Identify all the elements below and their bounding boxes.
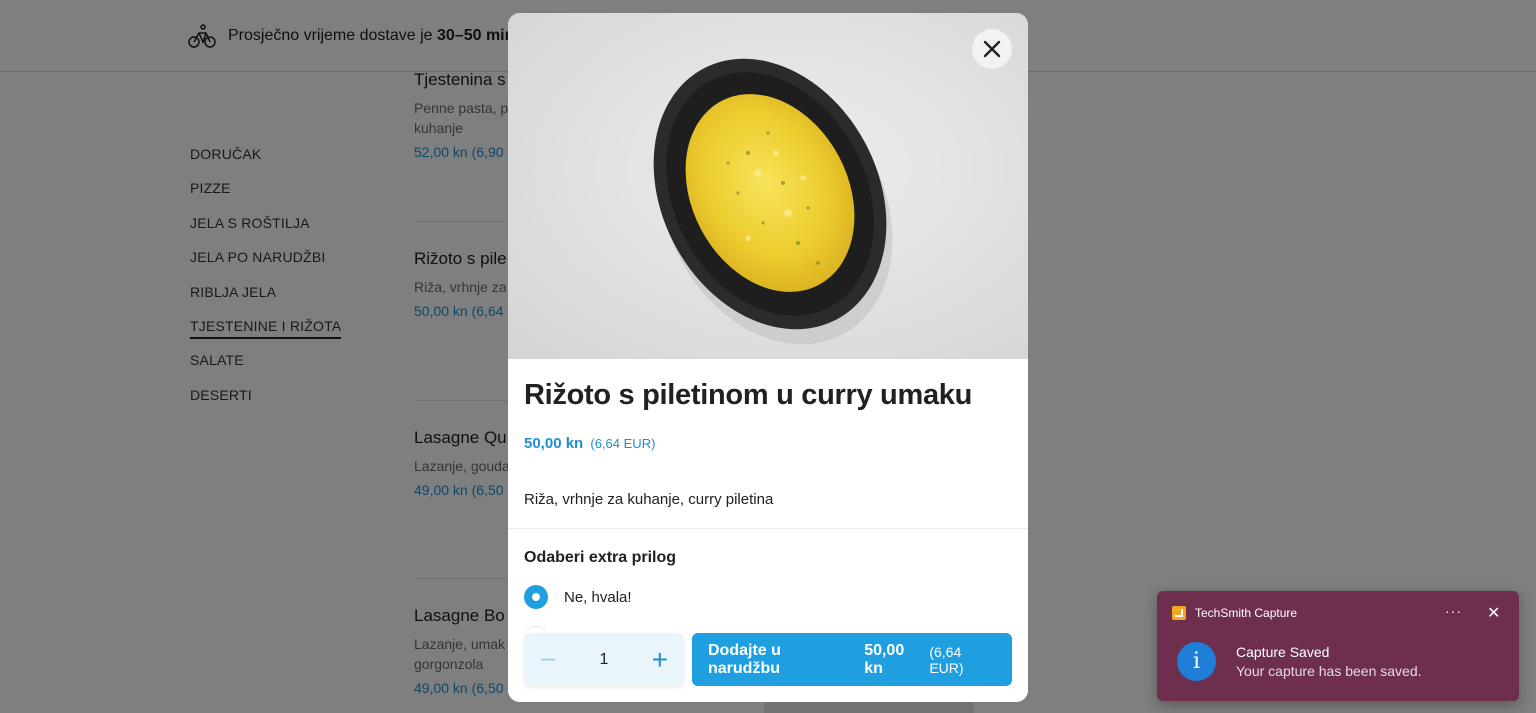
techsmith-capture-icon	[1172, 606, 1186, 620]
add-to-order-price-kn: 50,00 kn	[864, 641, 905, 677]
more-options-button[interactable]: ···	[1445, 603, 1462, 619]
toast-title: Capture Saved	[1236, 644, 1330, 660]
decrease-quantity-button[interactable]: −	[540, 645, 556, 674]
extra-side-heading: Odaberi extra prilog	[524, 549, 677, 566]
info-icon: i	[1177, 642, 1216, 681]
risotto-dish-image	[653, 58, 893, 345]
add-to-order-price-eur: (6,64 EUR)	[929, 643, 964, 676]
quantity-value: 1	[599, 650, 609, 668]
product-description: Riža, vrhnje za kuhanje, curry piletina	[524, 491, 774, 508]
close-icon	[983, 40, 1001, 58]
toast-message: Your capture has been saved.	[1236, 663, 1422, 679]
add-to-order-label: Dodajte u narudžbu	[708, 641, 781, 677]
toast-app: TechSmith Capture	[1172, 606, 1297, 620]
increase-quantity-button[interactable]: +	[652, 645, 668, 674]
product-title: Rižoto s piletinom u curry umaku	[524, 379, 973, 411]
option-label: Ne, hvala!	[564, 588, 632, 606]
divider	[508, 528, 1028, 529]
product-price-kn: 50,00 kn	[524, 435, 584, 452]
radio-checked[interactable]	[524, 585, 548, 609]
close-modal-button[interactable]	[972, 29, 1012, 69]
quantity-stepper: − 1 +	[524, 633, 684, 686]
toast-app-name: TechSmith Capture	[1195, 606, 1298, 620]
product-image	[508, 13, 1028, 359]
product-price: 50,00 kn (6,64 EUR)	[524, 435, 655, 452]
add-to-order-button[interactable]: Dodajte u narudžbu 50,00 kn (6,64 EUR)	[692, 633, 1012, 686]
notification-toast[interactable]: TechSmith Capture ··· ✕ i Capture Saved …	[1157, 591, 1519, 701]
close-notification-button[interactable]: ✕	[1487, 603, 1500, 623]
product-price-eur: (6,64 EUR)	[590, 436, 656, 451]
product-modal: Rižoto s piletinom u curry umaku 50,00 k…	[508, 13, 1028, 702]
option-no-thanks[interactable]: Ne, hvala!	[524, 585, 632, 609]
